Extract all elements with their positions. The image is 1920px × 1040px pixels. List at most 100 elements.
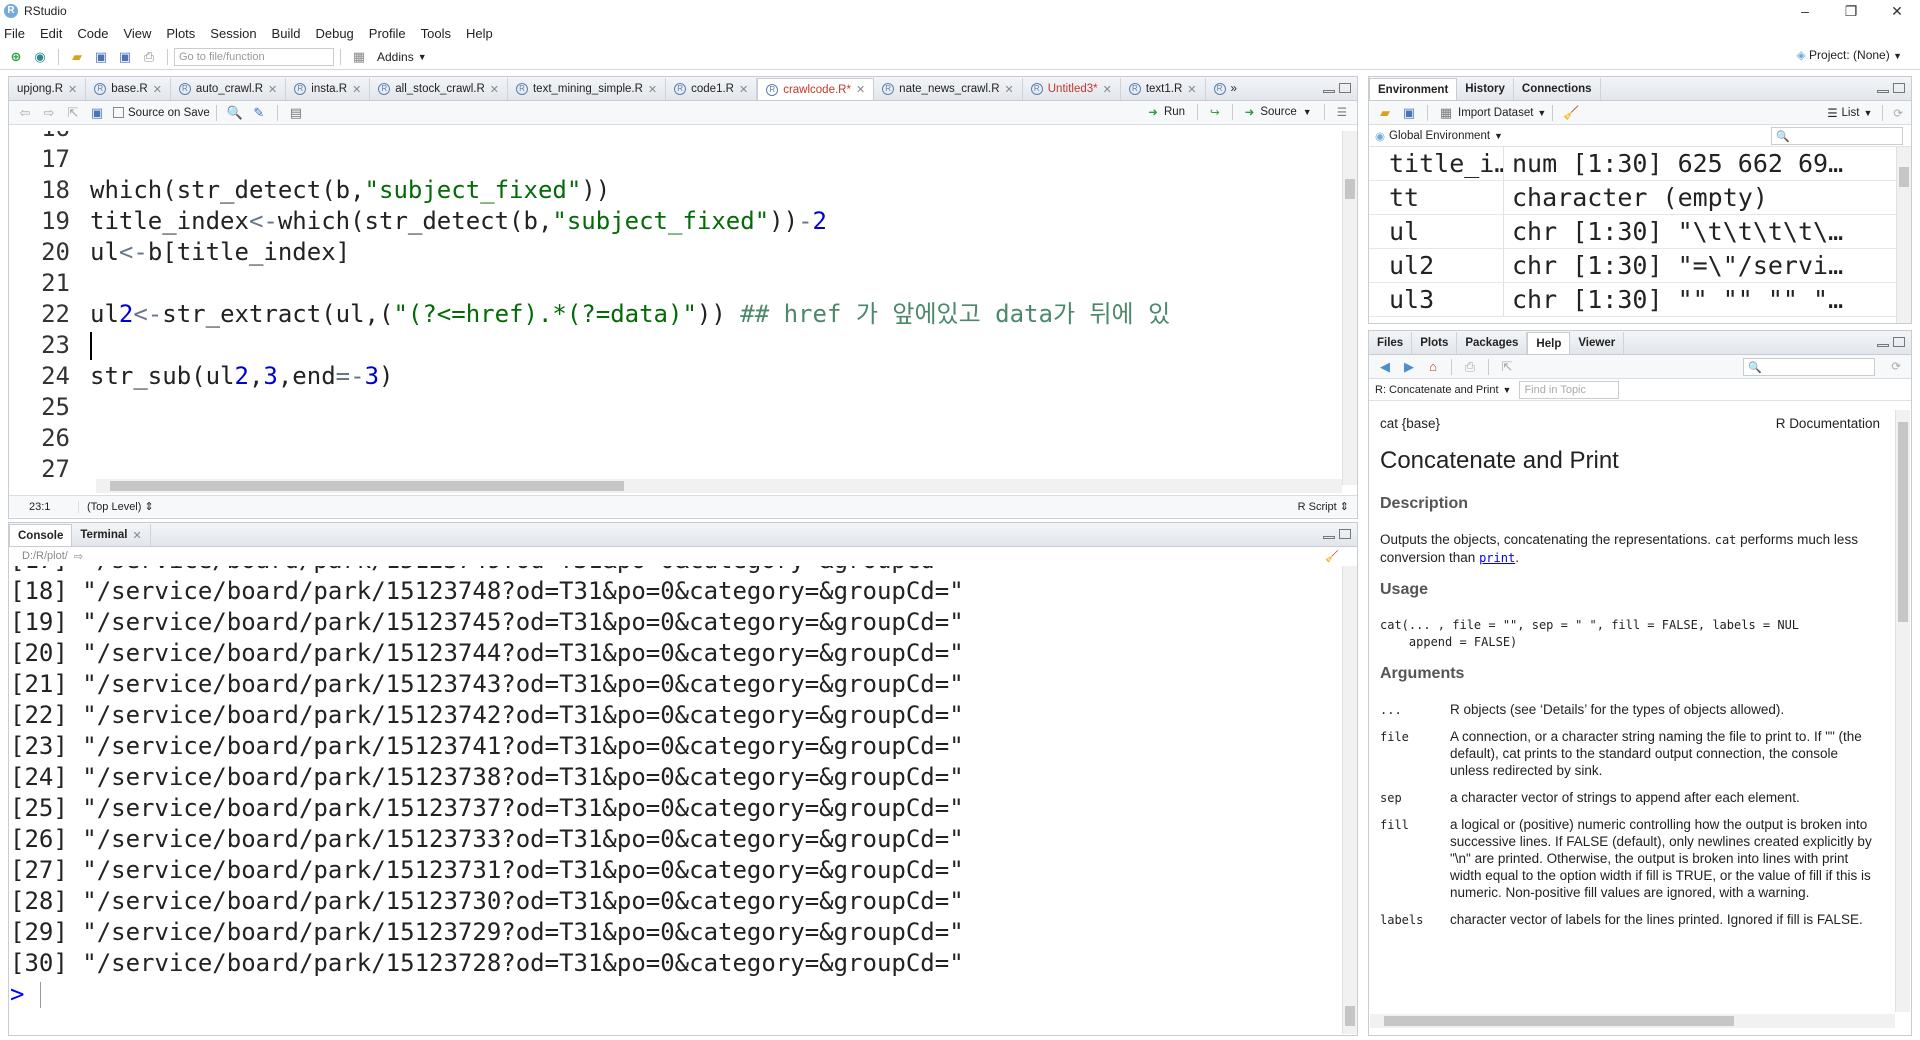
addins-menu[interactable]: Addins — [377, 50, 414, 64]
show-in-window-icon[interactable]: ⇱ — [64, 105, 82, 121]
save-icon[interactable]: ▣ — [92, 49, 110, 65]
console-output[interactable]: [17] "/service/board/park/15123749?od=T3… — [10, 566, 1340, 1036]
scrollbar-thumb[interactable] — [1899, 167, 1909, 187]
editor-tab[interactable]: R Untitled3* ✕ — [1023, 78, 1121, 100]
close-icon[interactable]: ✕ — [856, 83, 865, 96]
scope-selector[interactable]: Global Environment — [1389, 130, 1490, 142]
source-on-save-checkbox[interactable] — [113, 107, 124, 118]
console-input-line[interactable]: > — [10, 979, 1340, 1010]
scrollbar-thumb[interactable] — [1898, 422, 1908, 622]
close-icon[interactable]: ✕ — [153, 83, 162, 96]
close-icon[interactable]: ✕ — [68, 83, 77, 96]
close-icon[interactable]: ✕ — [352, 83, 361, 96]
grid-layout-icon[interactable]: ▦ — [350, 49, 368, 65]
menu-view[interactable]: View — [123, 26, 151, 41]
environment-row[interactable]: tt character (empty) — [1369, 181, 1911, 215]
compile-report-icon[interactable]: ▤ — [287, 105, 305, 121]
tab-connections[interactable]: Connections — [1514, 78, 1601, 100]
tab-files[interactable]: Files — [1369, 332, 1413, 354]
environment-row[interactable]: ul chr [1:30] "\t\t\t\t\… — [1369, 215, 1911, 249]
close-icon[interactable]: ✕ — [1005, 83, 1014, 96]
save-icon[interactable]: ▣ — [88, 105, 106, 121]
editor-tab[interactable]: upjong.R ✕ — [9, 78, 87, 100]
scrollbar-thumb[interactable] — [110, 481, 624, 491]
load-workspace-icon[interactable]: ▰ — [1376, 105, 1394, 121]
tab-viewer[interactable]: Viewer — [1570, 332, 1625, 354]
go-to-file-input[interactable]: Go to file/function — [174, 47, 334, 66]
forward-arrow-icon[interactable]: ▶ — [1400, 359, 1418, 375]
close-icon[interactable]: ✕ — [739, 83, 748, 96]
run-button[interactable]: Run — [1164, 106, 1185, 118]
menu-plots[interactable]: Plots — [166, 26, 195, 41]
editor-tab[interactable]: Rall_stock_crawl.R ✕ — [370, 78, 508, 100]
print-link[interactable]: print — [1479, 551, 1515, 565]
open-folder-icon[interactable]: ▰ — [68, 49, 86, 65]
chevron-down-icon[interactable]: ▼ — [418, 52, 427, 62]
menu-profile[interactable]: Profile — [369, 26, 406, 41]
import-dataset-button[interactable]: Import Dataset — [1458, 107, 1533, 119]
tab-help[interactable]: Help — [1527, 332, 1571, 354]
maximize-pane-icon[interactable] — [1893, 83, 1905, 93]
topic-selector[interactable]: R: Concatenate and Print — [1375, 384, 1499, 396]
save-workspace-icon[interactable]: ▣ — [1400, 105, 1418, 121]
editor-horizontal-scrollbar[interactable] — [96, 479, 1342, 493]
environment-row[interactable]: title_i… num [1:30] 625 662 69… — [1369, 147, 1911, 181]
maximize-pane-icon[interactable] — [1339, 83, 1351, 93]
tab-plots[interactable]: Plots — [1412, 332, 1458, 354]
tab-environment[interactable]: Environment — [1369, 78, 1458, 100]
environment-search-input[interactable]: 🔍 — [1771, 127, 1903, 145]
editor-tab[interactable]: Rnate_news_crawl.R ✕ — [874, 78, 1023, 100]
maximize-button[interactable]: ❐ — [1828, 0, 1874, 22]
project-menu[interactable]: ◈ Project: (None) ▼ — [1796, 48, 1902, 62]
refresh-icon[interactable]: ⟳ — [1893, 106, 1903, 120]
editor-tab[interactable]: Rinsta.R ✕ — [286, 78, 371, 100]
close-window-button[interactable]: ✕ — [1874, 0, 1920, 22]
menu-debug[interactable]: Debug — [315, 26, 353, 41]
editor-tab[interactable]: Rtext_mining_simple.R ✕ — [508, 78, 667, 100]
help-vertical-scrollbar[interactable] — [1895, 410, 1910, 1012]
minimize-pane-icon[interactable] — [1877, 344, 1889, 347]
environment-scrollbar[interactable] — [1896, 147, 1911, 323]
editor-tab[interactable]: Rbase.R ✕ — [86, 78, 171, 100]
broom-icon[interactable]: 🧹 — [1562, 105, 1580, 121]
chevron-down-icon[interactable]: ▼ — [1303, 107, 1312, 117]
menu-code[interactable]: Code — [77, 26, 108, 41]
editor-tab-active[interactable]: Rcrawlcode.R* ✕ — [757, 78, 875, 100]
search-icon[interactable]: 🔍 — [226, 105, 244, 121]
tab-console[interactable]: Console — [9, 524, 73, 546]
find-in-topic-input[interactable]: Find in Topic — [1519, 380, 1620, 399]
chevron-down-icon[interactable]: ▼ — [1863, 108, 1872, 118]
editor-tab[interactable]: Rtext1.R ✕ — [1121, 78, 1206, 100]
minimize-pane-icon[interactable] — [1323, 90, 1335, 93]
source-button[interactable]: Source — [1260, 106, 1296, 118]
close-icon[interactable]: ✕ — [490, 83, 499, 96]
editor-tab[interactable]: Rcode1.R ✕ — [666, 78, 758, 100]
close-icon[interactable]: ✕ — [1103, 83, 1112, 96]
environment-row[interactable]: ul3 chr [1:30] "" "" "" "… — [1369, 283, 1911, 317]
file-type-selector[interactable]: R Script ⇕ — [1298, 500, 1349, 513]
tab-terminal[interactable]: Terminal ✕ — [72, 524, 151, 546]
back-arrow-icon[interactable]: ◀ — [1376, 359, 1394, 375]
menu-edit[interactable]: Edit — [40, 26, 62, 41]
minimize-pane-icon[interactable] — [1323, 536, 1335, 539]
tab-packages[interactable]: Packages — [1457, 332, 1528, 354]
home-icon[interactable]: ⌂ — [1424, 359, 1442, 375]
close-icon[interactable]: ✕ — [1187, 83, 1196, 96]
print-icon[interactable]: ⎙ — [1461, 359, 1479, 375]
document-outline-icon[interactable]: ☰ — [1337, 105, 1347, 119]
menu-session[interactable]: Session — [210, 26, 256, 41]
editor-vertical-scrollbar[interactable] — [1342, 131, 1357, 485]
chevron-down-icon[interactable]: ▼ — [1537, 108, 1546, 118]
go-to-directory-icon[interactable]: ⇨ — [74, 550, 83, 563]
menu-build[interactable]: Build — [272, 26, 301, 41]
scope-selector[interactable]: (Top Level) ⇕ — [79, 500, 154, 513]
chevron-down-icon[interactable]: ▼ — [1494, 131, 1503, 141]
new-project-icon[interactable]: ◉ — [31, 49, 49, 65]
minimize-button[interactable]: – — [1782, 0, 1828, 22]
maximize-pane-icon[interactable] — [1893, 337, 1905, 347]
scrollbar-thumb[interactable] — [1345, 1006, 1355, 1026]
close-icon[interactable]: ✕ — [132, 529, 141, 542]
scrollbar-thumb[interactable] — [1345, 179, 1355, 199]
menu-help[interactable]: Help — [466, 26, 493, 41]
help-horizontal-scrollbar[interactable] — [1370, 1014, 1895, 1028]
